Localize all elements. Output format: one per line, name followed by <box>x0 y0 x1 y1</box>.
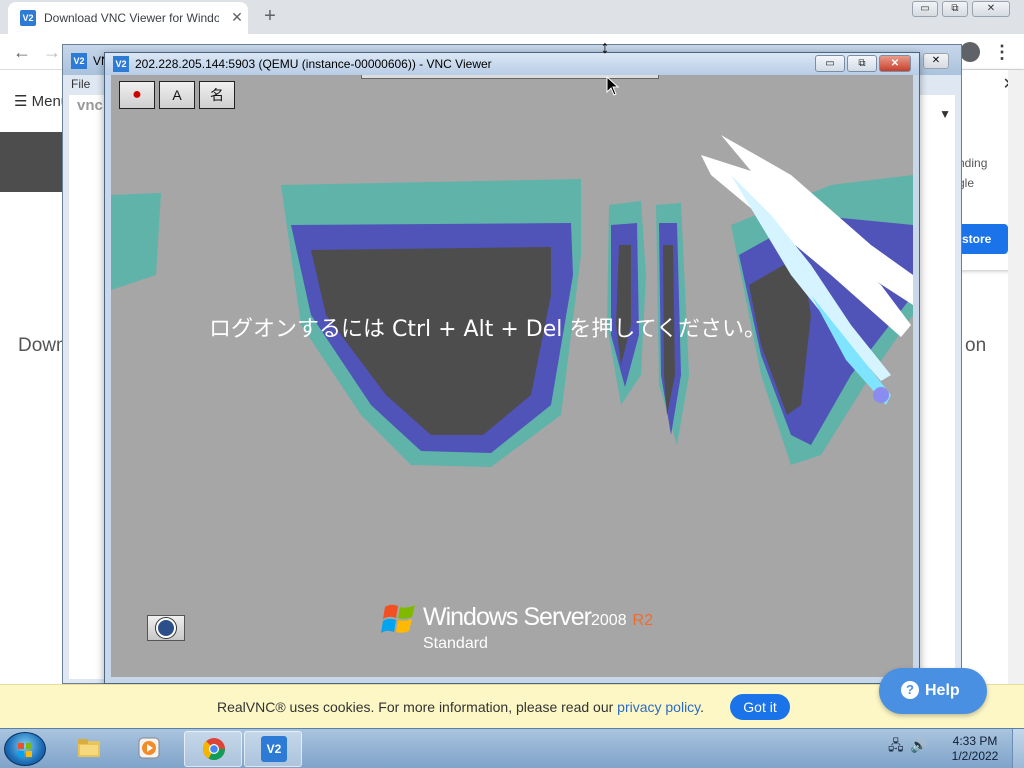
vnc-restore-button[interactable]: ⧉ <box>847 55 877 72</box>
vnc-icon: V2 <box>71 53 87 69</box>
windows-brand: Windows Server2008 R2 <box>423 603 653 632</box>
vnc-window-controls: ▭ ⧉ ✕ <box>815 55 911 72</box>
clock-time: 4:33 PM <box>952 734 998 748</box>
cookie-banner: RealVNC® uses cookies. For more informat… <box>0 684 1024 728</box>
close-button[interactable]: ✕ <box>972 1 1010 17</box>
start-button[interactable] <box>4 732 46 766</box>
logon-message: ログオンするには Ctrl + Alt + Del を押してください。 <box>209 317 767 342</box>
vnc-icon: V2 <box>261 736 287 762</box>
back-button[interactable]: ← <box>10 40 34 64</box>
arrow-cursor-icon <box>606 76 620 96</box>
page-download-text: Down <box>18 335 67 356</box>
vnc-minimize-button[interactable]: ▭ <box>815 55 845 72</box>
vnc-logo: vnc <box>77 97 103 114</box>
volume-icon[interactable]: 🔊 <box>910 737 927 753</box>
ease-of-access-icon <box>156 618 176 638</box>
help-button[interactable]: ? Help <box>879 668 987 714</box>
folder-icon <box>78 739 100 757</box>
browser-tab[interactable]: V2 Download VNC Viewer for Windows ✕ <box>8 2 248 34</box>
network-icon[interactable]: 🖧 <box>888 737 904 753</box>
windows-brand-name: Windows Server <box>423 603 592 631</box>
vnc-icon: V2 <box>113 56 129 72</box>
page-on-text: on <box>965 335 987 356</box>
cookie-text: RealVNC® uses cookies. For more informat… <box>217 699 704 715</box>
remote-desktop[interactable]: ● A 名 ログオンするには Ctrl + Alt + Del を押してください… <box>111 75 913 677</box>
taskbar-explorer[interactable] <box>60 731 118 767</box>
windows-logo-icon <box>381 604 415 633</box>
windows-start-icon <box>18 743 32 757</box>
cookie-text-end: . <box>700 699 705 715</box>
remote-wallpaper <box>111 135 913 467</box>
page-menu[interactable]: ☰ Menu <box>14 92 69 110</box>
page-scrollbar[interactable] <box>1008 70 1024 730</box>
vnc-titlebar[interactable]: V2 202.228.205.144:5903 (QEMU (instance-… <box>105 53 919 75</box>
window-controls: ▭ ⧉ ✕ <box>912 1 1010 17</box>
chevron-down-icon[interactable]: ▼ <box>939 107 951 121</box>
vnc-back-file-menu[interactable]: File <box>71 77 90 91</box>
tab-close-icon[interactable]: ✕ <box>228 8 246 26</box>
ime-a-icon[interactable]: A <box>159 81 195 109</box>
help-icon: ? <box>901 681 919 699</box>
page-dark-band <box>0 132 66 192</box>
media-player-icon <box>138 737 160 759</box>
ease-of-access-button[interactable] <box>147 615 185 641</box>
remote-toolbar: ● A 名 <box>119 81 235 109</box>
vnc-back-close-button[interactable]: ✕ <box>923 53 949 69</box>
windows-brand-r2: R2 <box>632 612 653 629</box>
vnc-viewer-window: V2 202.228.205.144:5903 (QEMU (instance-… <box>104 52 920 684</box>
taskbar-chrome[interactable] <box>184 731 242 767</box>
help-label: Help <box>925 682 960 699</box>
new-tab-button[interactable]: + <box>258 4 282 28</box>
profile-icon[interactable] <box>960 42 980 62</box>
forward-button[interactable]: → <box>40 40 64 64</box>
taskbar-vnc-viewer[interactable]: V2 <box>244 731 302 767</box>
taskbar: V2 🖧 🔊 4:33 PM 1/2/2022 <box>0 728 1024 768</box>
clock-date: 1/2/2022 <box>951 749 999 763</box>
vnc-window-title: 202.228.205.144:5903 (QEMU (instance-000… <box>135 57 492 71</box>
power-icon[interactable]: ● <box>119 81 155 109</box>
tab-title: Download VNC Viewer for Windows <box>44 11 219 25</box>
taskbar-media-player[interactable] <box>120 731 178 767</box>
ime-kanji-icon[interactable]: 名 <box>199 81 235 109</box>
hamburger-icon: ☰ <box>14 93 28 110</box>
show-desktop-button[interactable] <box>1012 729 1024 768</box>
got-it-button[interactable]: Got it <box>730 694 790 720</box>
chrome-menu-icon[interactable]: ⋮ <box>992 40 1012 64</box>
restore-button[interactable]: ⧉ <box>942 1 968 17</box>
tab-strip: V2 Download VNC Viewer for Windows ✕ + ▭… <box>0 0 1024 34</box>
system-tray: 🖧 🔊 <box>888 737 927 753</box>
windows-edition: Standard <box>423 635 488 652</box>
resize-cursor-icon: ↕ <box>600 37 610 57</box>
privacy-policy-link[interactable]: privacy policy <box>617 699 700 715</box>
cookie-text-main: RealVNC® uses cookies. For more informat… <box>217 699 618 715</box>
vnc-close-button[interactable]: ✕ <box>879 55 911 72</box>
popup-text-1: nding <box>958 156 988 170</box>
vnc-favicon-icon: V2 <box>20 10 36 26</box>
popup-store-button[interactable]: store <box>954 224 1008 254</box>
windows-brand-version: 2008 <box>591 612 627 629</box>
clock[interactable]: 4:33 PM 1/2/2022 <box>940 734 1010 764</box>
chrome-icon <box>202 738 225 760</box>
minimize-button[interactable]: ▭ <box>912 1 938 17</box>
